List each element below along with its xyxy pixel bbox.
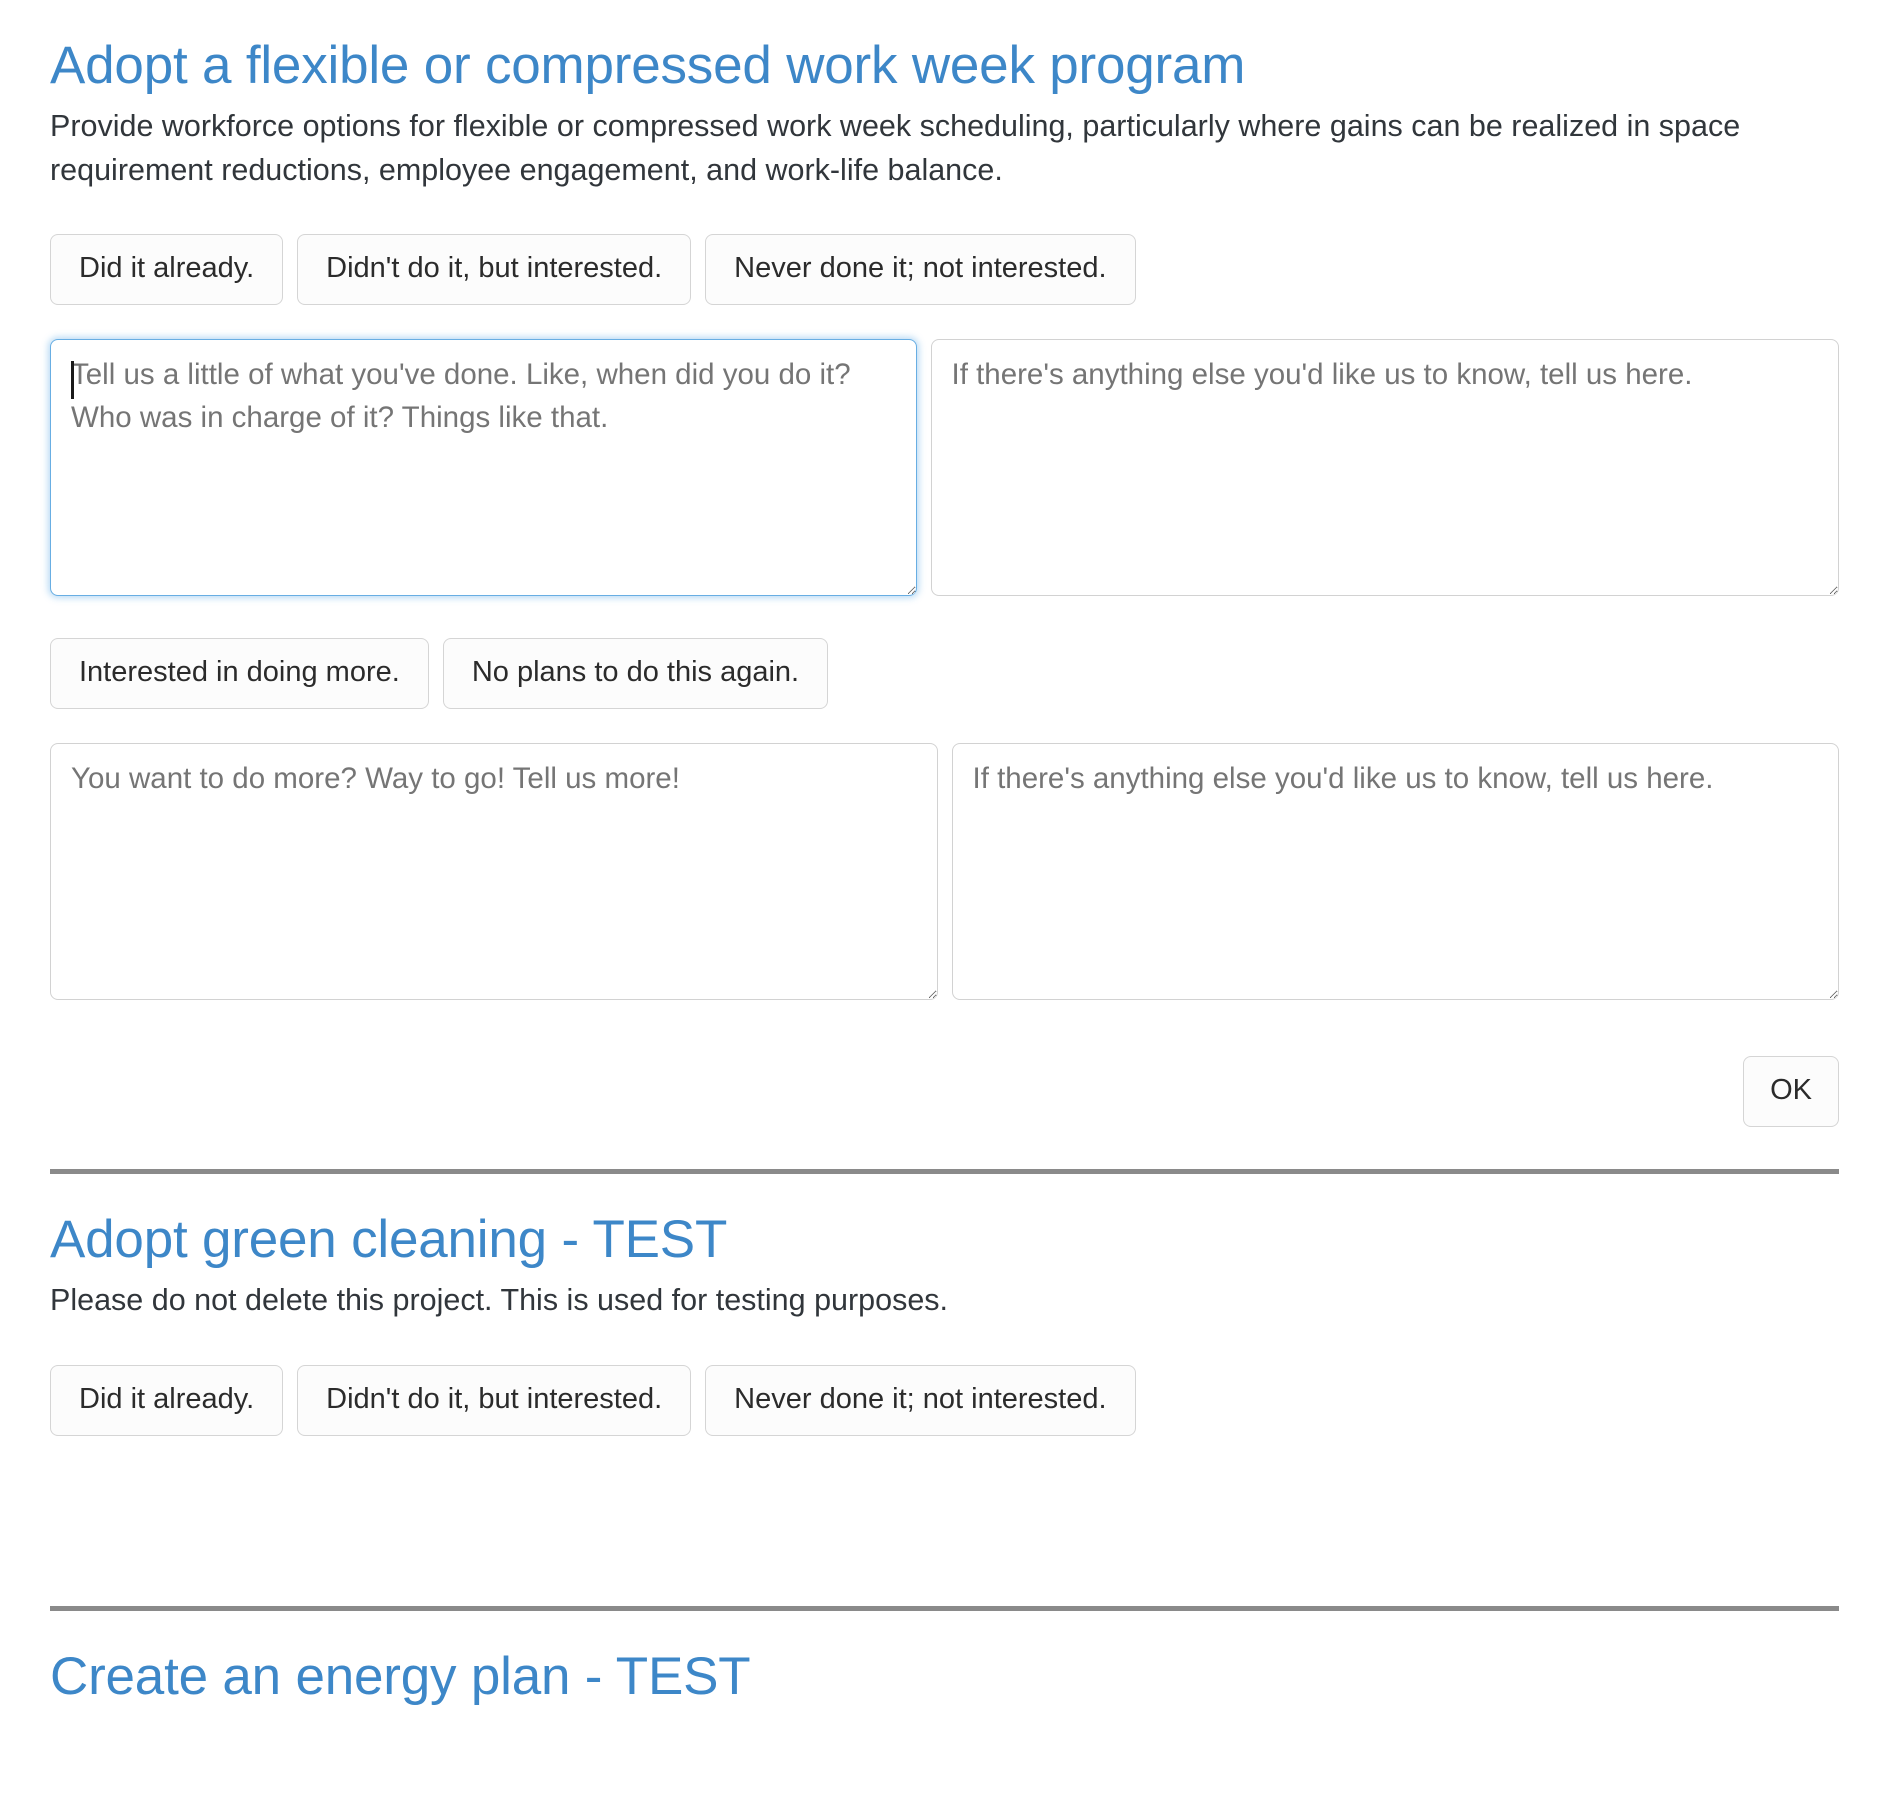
status-button-group: Did it already. Didn't do it, but intere… (50, 233, 1839, 305)
detail-textarea-what-you-did[interactable] (50, 338, 917, 596)
project-title: Create an energy plan - TEST (50, 1646, 751, 1706)
detail-textarea-anything-else[interactable] (930, 338, 1839, 596)
project-block-green-cleaning: Adopt green cleaning - TEST Please do no… (50, 1174, 1839, 1564)
followup-button-interested-in-doing-more[interactable]: Interested in doing more. (50, 637, 429, 709)
status-button-never-done-not-interested[interactable]: Never done it; not interested. (705, 1364, 1136, 1436)
status-button-didnt-do-but-interested[interactable]: Didn't do it, but interested. (297, 233, 692, 305)
followup-textarea-anything-else[interactable] (951, 742, 1839, 1000)
ok-button[interactable]: OK (1743, 1055, 1839, 1127)
status-button-did-it-already[interactable]: Did it already. (50, 233, 284, 305)
project-description: Provide workforce options for flexible o… (50, 109, 1741, 187)
project-title: Adopt green cleaning - TEST (50, 1209, 728, 1269)
status-button-never-done-not-interested[interactable]: Never done it; not interested. (705, 233, 1136, 305)
text-cursor (71, 360, 74, 399)
followup-button-group: Interested in doing more. No plans to do… (50, 637, 1839, 709)
project-block-energy-plan: Create an energy plan - TEST (50, 1611, 1839, 1706)
project-block-flexible-work-week: Adopt a flexible or compressed work week… (50, 0, 1839, 1127)
followup-button-no-plans-again[interactable]: No plans to do this again. (442, 637, 829, 709)
status-button-group: Did it already. Didn't do it, but intere… (50, 1364, 1839, 1436)
survey-page: Adopt a flexible or compressed work week… (0, 0, 1889, 1706)
followup-textarea-tell-us-more[interactable] (50, 742, 938, 1000)
project-title: Adopt a flexible or compressed work week… (50, 36, 1246, 95)
detail-textarea-row (50, 338, 1839, 596)
status-button-didnt-do-but-interested[interactable]: Didn't do it, but interested. (297, 1364, 692, 1436)
detail-textarea-wrapper (50, 338, 917, 596)
project-description: Please do not delete this project. This … (50, 1283, 949, 1318)
followup-textarea-row (50, 742, 1839, 1000)
submit-row: OK (50, 1055, 1839, 1127)
status-button-did-it-already[interactable]: Did it already. (50, 1364, 284, 1436)
